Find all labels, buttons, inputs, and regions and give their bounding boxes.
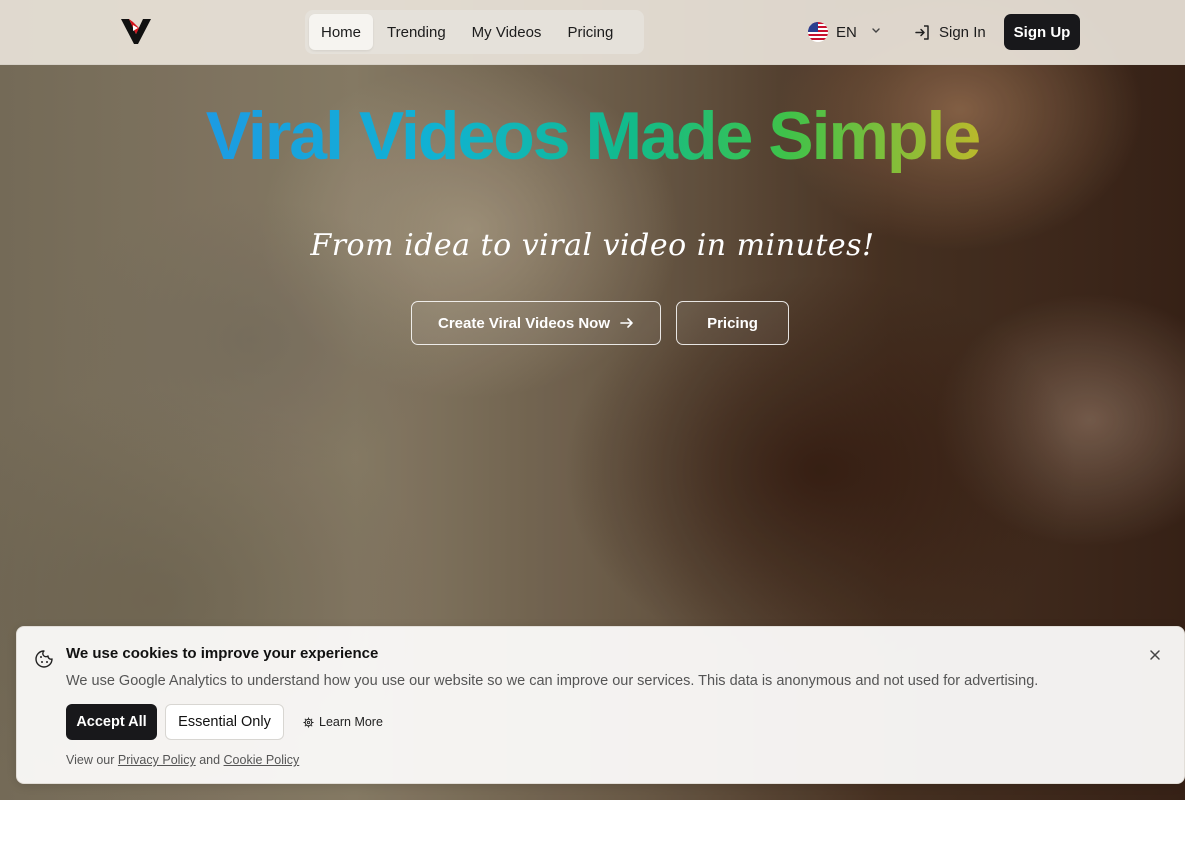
create-viral-videos-button[interactable]: Create Viral Videos Now [411,301,661,345]
main-navigation: Home Trending My Videos Pricing [305,10,644,54]
login-icon [915,24,929,40]
cookie-policy-link[interactable]: Cookie Policy [224,753,300,767]
brand-logo[interactable] [120,16,152,46]
learn-more-button[interactable]: Learn More [303,712,383,732]
us-flag-icon [808,22,828,42]
language-selector[interactable]: EN [808,20,881,44]
policy-prefix: View our [66,753,115,767]
gear-icon [303,716,314,728]
nav-item-trending[interactable]: Trending [375,14,458,50]
policy-and: and [199,753,221,767]
arrow-right-icon [620,318,633,328]
sign-in-label: Sign In [939,23,986,41]
hero-headline: Viral Videos Made Simple [205,98,981,174]
hero-pricing-label: Pricing [707,314,758,332]
sign-in-button[interactable]: Sign In [914,16,986,48]
policy-links: View our Privacy Policy and Cookie Polic… [66,753,299,767]
logo-v-icon [121,19,151,44]
essential-only-button[interactable]: Essential Only [165,704,284,740]
accept-all-button[interactable]: Accept All [66,704,157,740]
top-navbar: Home Trending My Videos Pricing EN Sign … [0,0,1185,65]
learn-more-label: Learn More [319,715,383,729]
nav-item-my-videos[interactable]: My Videos [460,14,554,50]
cookie-consent-banner: We use cookies to improve your experienc… [16,626,1185,784]
close-icon[interactable] [1146,647,1164,665]
create-button-label: Create Viral Videos Now [437,314,611,332]
hero-tagline: From idea to viral video in minutes! [310,228,875,263]
hero-pricing-button[interactable]: Pricing [676,301,789,345]
cookie-icon [35,650,53,668]
sign-up-button[interactable]: Sign Up [1004,14,1080,50]
language-code: EN [836,23,857,41]
privacy-policy-link[interactable]: Privacy Policy [118,753,196,767]
cookie-description: We use Google Analytics to understand ho… [66,673,1039,689]
nav-item-home[interactable]: Home [309,14,374,50]
cookie-title: We use cookies to improve your experienc… [66,645,379,662]
nav-item-pricing[interactable]: Pricing [555,14,625,50]
chevron-down-icon [871,27,881,38]
